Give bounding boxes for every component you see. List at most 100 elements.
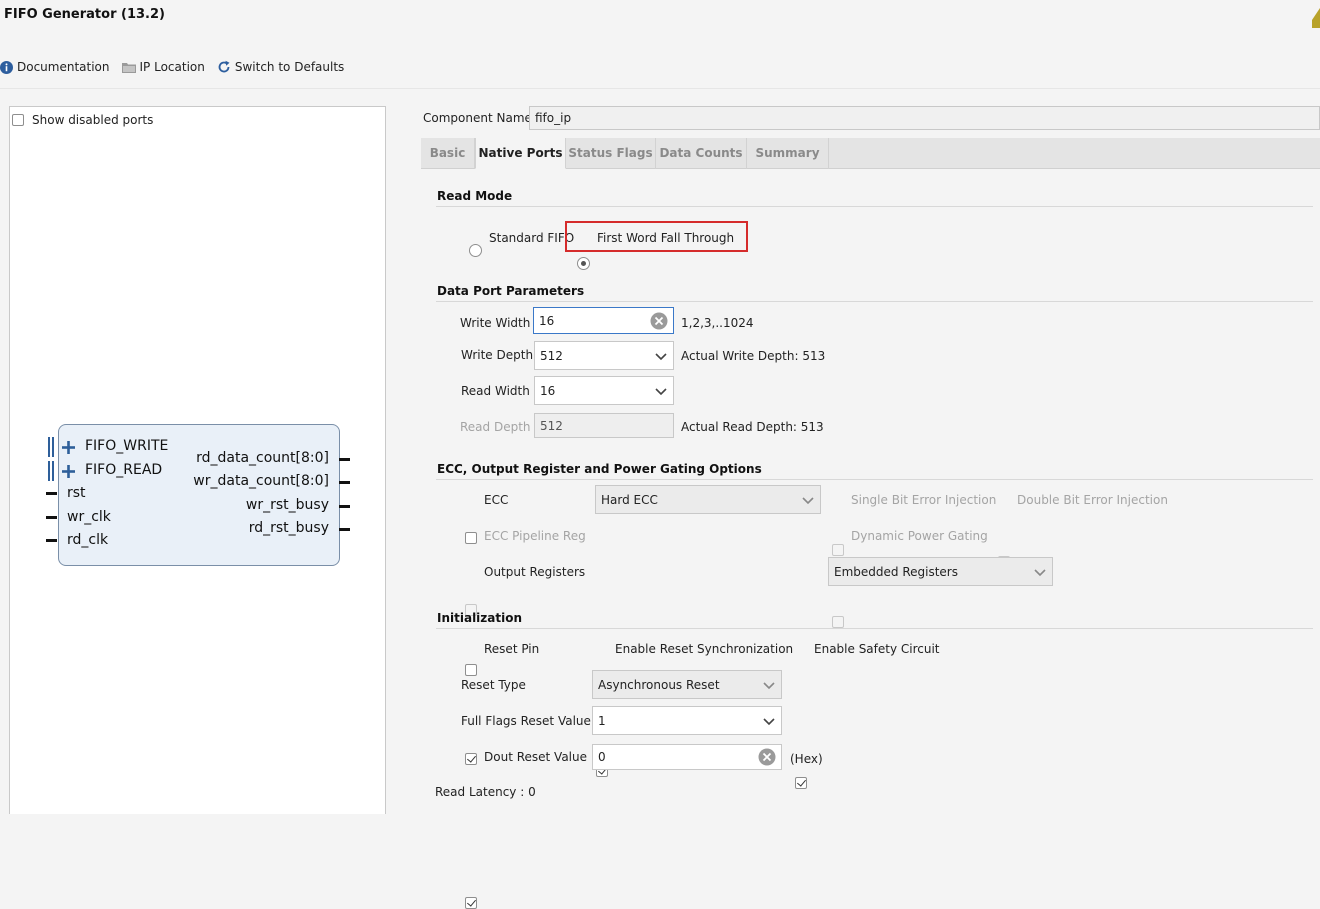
documentation-button[interactable]: Documentation — [0, 60, 110, 74]
ecc-label: ECC — [484, 493, 509, 507]
read-width-label: Read Width — [461, 384, 530, 398]
tab-native-ports[interactable]: Native Ports — [475, 138, 566, 169]
bus-bar — [52, 437, 54, 457]
dout-reset-value: 0 — [598, 750, 606, 764]
write-width-value: 16 — [539, 313, 555, 328]
port-rd-clk: rd_clk — [67, 532, 109, 548]
chevron-down-icon — [801, 495, 815, 505]
read-width-select[interactable]: 16 — [534, 376, 674, 405]
ecc-checkbox[interactable] — [465, 532, 477, 544]
enable-safety-checkbox[interactable] — [795, 777, 807, 789]
port-pin — [46, 516, 57, 519]
standard-fifo-radio[interactable] — [469, 244, 482, 257]
write-width-input[interactable]: 16 — [533, 307, 674, 334]
window-title: FIFO Generator (13.2) — [4, 7, 165, 22]
port-wr-rst-busy: wr_rst_busy — [245, 497, 329, 513]
toolbar-divider — [0, 88, 1320, 89]
tab-bar: Basic Native Ports Status Flags Data Cou… — [421, 138, 1320, 169]
port-wr-clk: wr_clk — [67, 509, 111, 525]
tab-data-counts[interactable]: Data Counts — [656, 138, 747, 169]
component-name-label: Component Name — [423, 111, 532, 125]
chevron-down-icon — [762, 680, 776, 690]
read-mode-title: Read Mode — [437, 189, 513, 203]
port-pin — [339, 481, 350, 484]
tab-status-flags[interactable]: Status Flags — [566, 138, 656, 169]
port-wr-data-count: wr_data_count[8:0] — [193, 473, 329, 489]
port-pin — [339, 528, 350, 531]
ecc-pipeline-label: ECC Pipeline Reg — [484, 529, 586, 543]
dout-reset-input[interactable]: 0 — [592, 744, 782, 770]
expand-plus-icon[interactable] — [62, 441, 75, 454]
output-reg-type-value: Embedded Registers — [834, 564, 958, 579]
reset-type-label: Reset Type — [461, 678, 526, 692]
reset-pin-checkbox[interactable] — [465, 753, 477, 765]
toolbar: Documentation IP Location Switch to Defa… — [0, 59, 356, 75]
switch-defaults-label: Switch to Defaults — [234, 60, 345, 74]
section-divider — [436, 206, 1313, 207]
write-depth-hint: Actual Write Depth: 513 — [681, 349, 826, 363]
fwft-label: First Word Fall Through — [597, 231, 735, 245]
tab-summary[interactable]: Summary — [747, 138, 829, 169]
enable-safety-label: Enable Safety Circuit — [814, 642, 940, 656]
ecc-section-title: ECC, Output Register and Power Gating Op… — [437, 462, 762, 476]
fwft-radio[interactable] — [577, 257, 590, 270]
output-registers-label: Output Registers — [484, 565, 586, 579]
ip-location-label: IP Location — [139, 60, 205, 74]
show-disabled-ports-label: Show disabled ports — [32, 113, 154, 127]
show-disabled-ports-checkbox[interactable] — [12, 114, 24, 126]
initialization-title: Initialization — [437, 611, 523, 625]
reset-type-value: Asynchronous Reset — [598, 677, 720, 692]
port-pin — [339, 505, 350, 508]
hex-suffix: (Hex) — [790, 752, 823, 766]
port-pin — [339, 458, 350, 461]
standard-fifo-label: Standard FIFO — [489, 231, 575, 245]
folder-icon — [121, 61, 136, 73]
section-divider — [436, 301, 1313, 302]
ip-location-button[interactable]: IP Location — [121, 60, 205, 74]
switch-defaults-button[interactable]: Switch to Defaults — [217, 60, 344, 74]
read-depth-value: 512 — [540, 418, 563, 433]
full-flags-label: Full Flags Reset Value — [461, 714, 591, 728]
vendor-logo-icon — [1312, 8, 1320, 28]
bus-bar — [48, 461, 50, 481]
reset-type-select[interactable]: Asynchronous Reset — [592, 670, 782, 699]
clear-icon[interactable] — [650, 312, 668, 330]
read-depth-hint: Actual Read Depth: 513 — [681, 420, 824, 434]
reset-pin-label: Reset Pin — [484, 642, 540, 656]
bus-bar — [52, 461, 54, 481]
port-fifo-write: FIFO_WRITE — [85, 438, 169, 454]
output-reg-type-select[interactable]: Embedded Registers — [828, 557, 1053, 586]
ecc-type-value: Hard ECC — [601, 492, 658, 507]
section-divider — [436, 628, 1313, 629]
write-depth-select[interactable]: 512 — [534, 341, 674, 370]
clear-icon[interactable] — [758, 748, 776, 766]
info-icon — [0, 60, 13, 74]
read-depth-field: 512 — [534, 413, 674, 438]
output-registers-checkbox[interactable] — [465, 664, 477, 676]
read-latency-text: Read Latency : 0 — [435, 785, 536, 799]
chevron-down-icon — [1033, 567, 1047, 577]
ecc-type-select[interactable]: Hard ECC — [595, 485, 821, 514]
read-depth-label: Read Depth — [460, 420, 531, 434]
write-depth-value: 512 — [540, 348, 563, 363]
expand-plus-icon[interactable] — [62, 465, 75, 478]
double-bit-label: Double Bit Error Injection — [1017, 493, 1168, 507]
single-bit-checkbox[interactable] — [832, 544, 844, 556]
tab-basic[interactable]: Basic — [421, 138, 475, 169]
chevron-down-icon — [654, 351, 668, 361]
write-depth-label: Write Depth — [461, 348, 534, 362]
dout-reset-checkbox[interactable] — [465, 897, 477, 909]
chevron-down-icon — [654, 386, 668, 396]
documentation-label: Documentation — [17, 60, 110, 74]
dynamic-power-label: Dynamic Power Gating — [851, 529, 988, 543]
data-port-title: Data Port Parameters — [437, 284, 585, 298]
write-width-hint: 1,2,3,..1024 — [681, 316, 754, 330]
port-rd-data-count: rd_data_count[8:0] — [196, 450, 329, 466]
full-flags-select[interactable]: 1 — [592, 706, 782, 735]
read-width-value: 16 — [540, 383, 556, 398]
port-rd-rst-busy: rd_rst_busy — [248, 520, 329, 536]
dynamic-power-checkbox[interactable] — [832, 616, 844, 628]
component-name-input[interactable]: fifo_ip — [529, 106, 1320, 130]
port-rst: rst — [67, 485, 86, 501]
enable-reset-sync-label: Enable Reset Synchronization — [615, 642, 794, 656]
